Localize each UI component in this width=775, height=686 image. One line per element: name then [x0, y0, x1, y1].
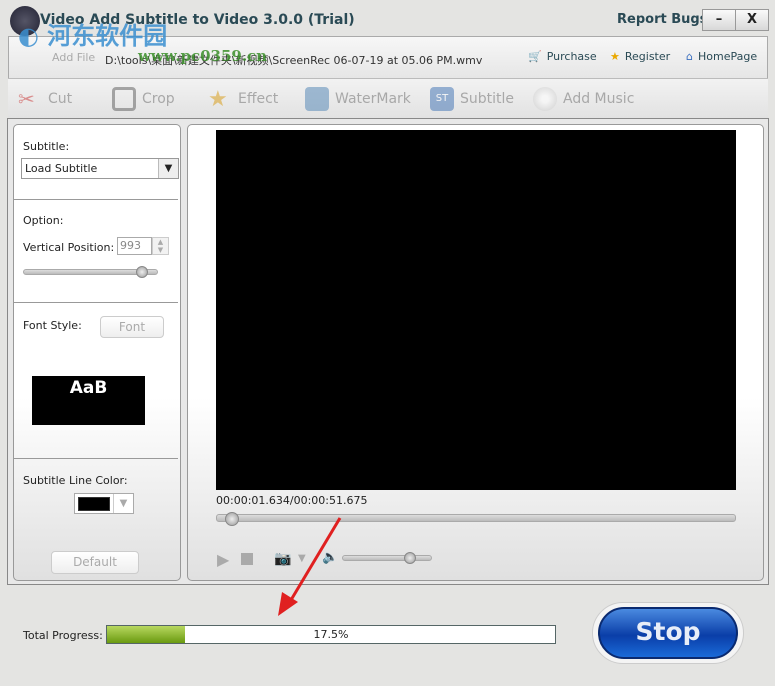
add-file-button[interactable]: Add File	[52, 51, 95, 64]
divider	[14, 199, 178, 200]
cart-icon: 🛒	[528, 50, 542, 63]
cut-button[interactable]: ✂ Cut	[18, 86, 72, 112]
watermark-icon	[305, 87, 329, 111]
option-label: Option:	[23, 214, 64, 227]
home-icon: ⌂	[686, 50, 693, 63]
seek-knob[interactable]	[224, 512, 239, 526]
subtitle-label: Subtitle	[460, 91, 515, 107]
homepage-label: HomePage	[697, 50, 758, 63]
vertical-position-label: Vertical Position:	[23, 241, 115, 254]
vertical-position-input[interactable]: 993	[117, 237, 152, 255]
line-color-label: Subtitle Line Color:	[23, 474, 128, 487]
crop-button[interactable]: Crop	[112, 86, 175, 112]
subtitle-clapper-icon: ST	[430, 87, 454, 111]
divider	[14, 302, 178, 303]
stop-icon[interactable]	[241, 553, 253, 565]
vertical-position-spinner[interactable]: ▲ ▼	[152, 237, 169, 255]
subtitle-label: Subtitle:	[23, 140, 70, 153]
video-preview	[216, 130, 736, 490]
purchase-link[interactable]: 🛒 Purchase	[528, 50, 597, 63]
register-label: Register	[624, 50, 671, 63]
font-preview: AaB	[32, 376, 145, 425]
add-music-button[interactable]: Add Music	[533, 86, 634, 112]
subtitle-select-value: Load Subtitle	[25, 162, 98, 175]
subtitle-select[interactable]: Load Subtitle ▼	[21, 158, 179, 179]
effect-label: Effect	[238, 91, 279, 107]
chevron-down-icon: ▼	[158, 159, 178, 178]
cut-label: Cut	[48, 91, 73, 107]
close-button[interactable]: X	[735, 9, 769, 31]
star-effect-icon: ★	[208, 87, 228, 112]
purchase-label: Purchase	[546, 50, 597, 63]
font-button[interactable]: Font	[100, 316, 164, 338]
watermark-button[interactable]: WaterMark	[305, 86, 411, 112]
disc-icon	[533, 87, 557, 111]
scissors-icon: ✂	[18, 87, 35, 111]
annotation-arrow	[278, 517, 342, 616]
register-link[interactable]: ★ Register	[610, 50, 670, 63]
app-logo-icon	[10, 6, 40, 36]
crop-label: Crop	[142, 91, 175, 107]
report-bugs-link[interactable]: Report Bugs	[617, 12, 707, 27]
font-style-label: Font Style:	[23, 319, 82, 332]
crop-icon	[112, 87, 136, 111]
total-progress-label: Total Progress:	[23, 629, 103, 642]
subtitle-button[interactable]: ST Subtitle	[430, 86, 514, 112]
volume-slider[interactable]	[342, 555, 432, 561]
slider-knob[interactable]	[135, 266, 148, 278]
file-path: D:\tools\桌面\新建文件夹\新视频\ScreenRec 06-07-19…	[105, 54, 483, 67]
stop-button[interactable]: Stop	[598, 607, 738, 659]
add-music-label: Add Music	[563, 91, 635, 107]
star-icon: ★	[610, 50, 620, 63]
volume-knob[interactable]	[403, 552, 416, 564]
time-display: 00:00:01.634/00:00:51.675	[216, 494, 368, 507]
minimize-button[interactable]: –	[702, 9, 736, 31]
color-swatch	[78, 497, 110, 511]
default-button[interactable]: Default	[51, 551, 139, 574]
chevron-down-icon: ▼	[113, 494, 133, 513]
watermark-label: WaterMark	[335, 91, 411, 107]
window-title: Video Add Subtitle to Video 3.0.0 (Trial…	[40, 12, 355, 28]
effect-button[interactable]: ★ Effect	[208, 86, 278, 112]
progress-percent: 17.5%	[313, 628, 349, 641]
line-color-picker[interactable]: ▼	[74, 493, 134, 514]
homepage-link[interactable]: ⌂ HomePage	[686, 50, 757, 63]
divider	[14, 458, 178, 459]
progress-bar: 17.5%	[106, 625, 556, 644]
play-icon[interactable]: ▶	[217, 550, 229, 569]
